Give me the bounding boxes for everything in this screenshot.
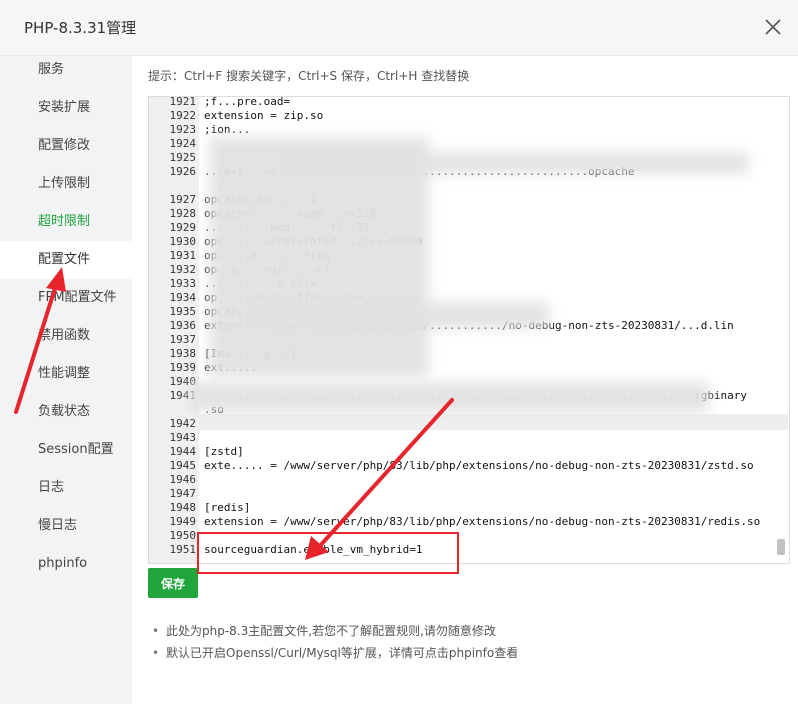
line-text: ;f...pre.oad= (204, 96, 291, 108)
sidebar-item-disabled-functions[interactable]: 禁用函数 (0, 317, 132, 355)
sidebar-item-upload-limit[interactable]: 上传限制 (0, 165, 132, 203)
line-number: 1938 (169, 347, 197, 360)
line-number: 1924 (169, 137, 197, 150)
sidebar-item-config-file[interactable]: 配置文件 (0, 241, 132, 279)
code-line: 1947 (149, 487, 779, 501)
main-panel: 提示：Ctrl+F 搜索关键字，Ctrl+S 保存，Ctrl+H 查找替换 19… (132, 56, 798, 704)
line-number: 1932 (169, 263, 197, 276)
line-number: 1944 (169, 445, 197, 458)
line-number: 1929 (169, 221, 197, 234)
line-number: 1947 (169, 487, 197, 500)
code-line: 1945 exte..... = /www/server/php/83/lib/p… (149, 459, 779, 473)
line-number: 1939 (169, 361, 197, 374)
save-button[interactable]: 保存 (148, 568, 198, 598)
line-number: 1930 (169, 235, 197, 248)
code-line: 1944 [zstd] (149, 445, 779, 459)
line-number: 1951 (169, 543, 197, 556)
code-line: 1923 ;ion... (149, 123, 779, 137)
line-number: 1946 (169, 473, 197, 486)
redaction-scribble (189, 382, 709, 412)
note-item: 此处为php-8.3主配置文件,若您不了解配置规则,请勿随意修改 (150, 622, 518, 644)
line-number: 1933 (169, 277, 197, 290)
sidebar-item-timeout-limit[interactable]: 超时限制 (0, 203, 132, 241)
sidebar-item-install-ext[interactable]: 安装扩展 (0, 89, 132, 127)
sidebar-item-log[interactable]: 日志 (0, 469, 132, 507)
line-number: 1922 (169, 109, 197, 122)
line-number: 1935 (169, 305, 197, 318)
sidebar-item-performance[interactable]: 性能调整 (0, 355, 132, 393)
sidebar-item-slow-log[interactable]: 慢日志 (0, 507, 132, 545)
line-number: 1943 (169, 431, 197, 444)
line-number: 1936 (169, 319, 197, 332)
line-text: extension = /www/server/php/83/lib/php/e… (204, 515, 761, 528)
editor-scrollbar[interactable] (777, 539, 785, 555)
code-line: 1948 [redis] (149, 501, 779, 515)
line-number: 1950 (169, 529, 197, 542)
code-line: 1946 (149, 473, 779, 487)
redaction-scribble (249, 302, 549, 328)
redaction-scribble (279, 152, 749, 174)
line-text: [redis] (204, 501, 251, 514)
code-line: 1942 (149, 417, 779, 431)
dialog-titlebar: PHP-8.3.31管理 (0, 0, 798, 56)
line-number: 1937 (169, 333, 197, 346)
line-number: 1928 (169, 207, 197, 220)
code-editor[interactable]: 1921 ;f...pre.oad= 1922 extension = zip.so 1… (148, 96, 790, 564)
sidebar-item-config-modify[interactable]: 配置修改 (0, 127, 132, 165)
sidebar-item-service[interactable]: 服务 (0, 51, 132, 89)
sidebar-item-fpm-config[interactable]: FPM配置文件 (0, 279, 132, 317)
code-line: 1949 extension = /www/server/php/83/lib/p… (149, 515, 779, 529)
sidebar-item-session[interactable]: Session配置 (0, 431, 132, 469)
dialog-title: PHP-8.3.31管理 (24, 19, 137, 37)
notes-list: 此处为php-8.3主配置文件,若您不了解配置规则,请勿随意修改 默认已开启Op… (150, 622, 518, 666)
line-number: 1934 (169, 291, 197, 304)
line-number: 1925 (169, 151, 197, 164)
line-text: exte..... = /www/server/php/83/lib/php/e… (204, 459, 754, 472)
line-text: extension = zip.so (204, 109, 324, 122)
line-number: 1945 (169, 459, 197, 472)
line-number: 1927 (169, 193, 197, 206)
close-icon[interactable] (762, 16, 784, 38)
code-line: 1921 ;f...pre.oad= (149, 96, 779, 109)
sidebar-item-phpinfo[interactable]: phpinfo (0, 545, 132, 583)
line-text: ;ion... (204, 123, 251, 136)
line-number: 1931 (169, 249, 197, 262)
line-number: 1942 (169, 417, 197, 430)
sidebar-item-load-status[interactable]: 负载状态 (0, 393, 132, 431)
line-number: 1926 (169, 165, 197, 178)
note-item: 默认已开启Openssl/Curl/Mysql等扩展，详情可点击phpinfo查… (150, 644, 518, 666)
code-line: 1943 (149, 431, 779, 445)
code-line: 1922 extension = zip.so (149, 109, 779, 123)
annotation-highlight-box (197, 532, 459, 574)
line-number: 1923 (169, 123, 197, 136)
editor-hint: 提示：Ctrl+F 搜索关键字，Ctrl+S 保存，Ctrl+H 查找替换 (148, 69, 470, 83)
sidebar: 服务 安装扩展 配置修改 上传限制 超时限制 配置文件 FPM配置文件 禁用函数… (0, 56, 132, 704)
line-number: 1948 (169, 501, 197, 514)
line-number: 1921 (169, 96, 197, 108)
line-text: [zstd] (204, 445, 244, 458)
line-number: 1949 (169, 515, 197, 528)
